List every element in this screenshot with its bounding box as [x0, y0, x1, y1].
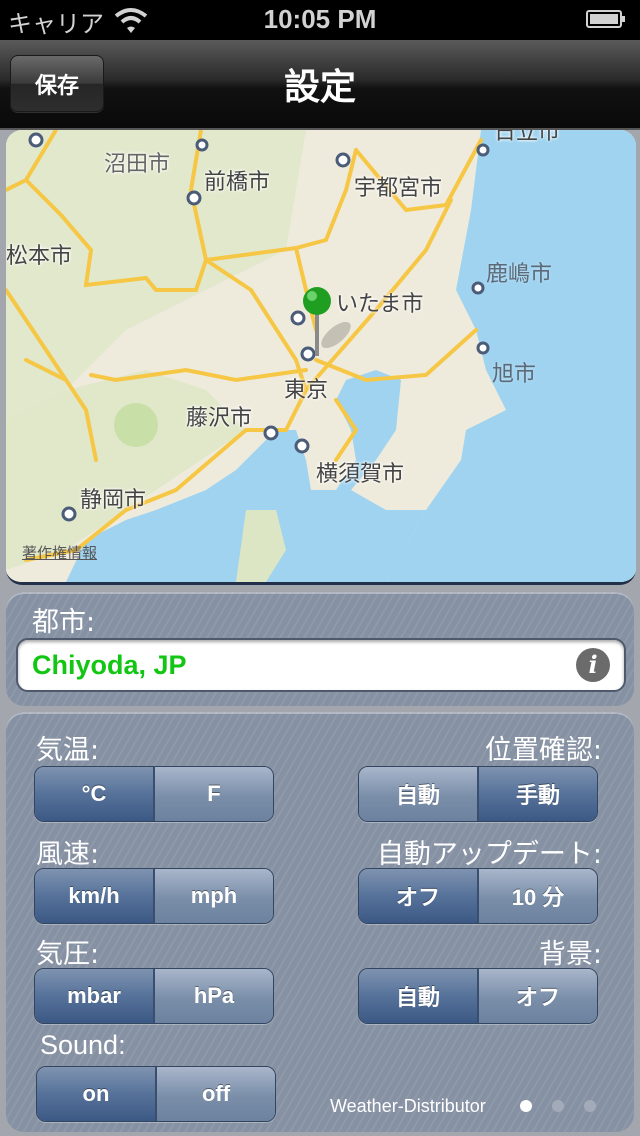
sound-segmented-control[interactable]: on off: [36, 1066, 276, 1122]
map-label: 鹿嶋市: [486, 262, 553, 287]
background-segmented-control[interactable]: 自動 オフ: [358, 968, 598, 1024]
background-option-off[interactable]: オフ: [477, 969, 597, 1023]
auto-update-option-10min[interactable]: 10 分: [477, 869, 597, 923]
auto-update-option-off[interactable]: オフ: [359, 869, 477, 923]
map-label: いたま市: [336, 292, 424, 317]
pressure-option-mbar[interactable]: mbar: [35, 969, 153, 1023]
temperature-option-celsius[interactable]: °C: [35, 767, 153, 821]
map-label: 藤沢市: [186, 406, 253, 431]
pressure-label: 気圧:: [36, 939, 100, 970]
city-field[interactable]: Chiyoda, JP i: [16, 638, 626, 692]
wind-segmented-control[interactable]: km/h mph: [34, 868, 274, 924]
map-label: 沼田市: [104, 152, 171, 177]
map-label: 東京: [284, 378, 329, 403]
map-label: 前橋市: [204, 170, 271, 195]
wind-option-kmh[interactable]: km/h: [35, 869, 153, 923]
map-label: 静岡市: [80, 488, 147, 513]
page-dot[interactable]: [520, 1100, 532, 1112]
city-value: Chiyoda, JP: [32, 650, 187, 680]
wind-option-mph[interactable]: mph: [153, 869, 273, 923]
app-name-footer: Weather-Distributor: [330, 1096, 486, 1116]
background-label: 背景:: [538, 939, 602, 970]
location-option-auto[interactable]: 自動: [359, 767, 477, 821]
sound-label: Sound:: [40, 1030, 126, 1060]
page-dot[interactable]: [584, 1100, 596, 1112]
map-label: 横須賀市: [316, 462, 405, 487]
city-label: 都市:: [32, 607, 96, 638]
sound-option-off[interactable]: off: [155, 1067, 275, 1121]
location-label: 位置確認:: [484, 735, 602, 766]
temperature-segmented-control[interactable]: °C F: [34, 766, 274, 822]
background-option-auto[interactable]: 自動: [359, 969, 477, 1023]
location-segmented-control[interactable]: 自動 手動: [358, 766, 598, 822]
info-icon[interactable]: i: [576, 648, 610, 682]
location-option-manual[interactable]: 手動: [477, 767, 597, 821]
page-title: 設定: [283, 67, 356, 108]
battery-icon: [586, 10, 625, 28]
sound-option-on[interactable]: on: [37, 1067, 155, 1121]
clock: 10:05 PM: [263, 4, 377, 34]
location-map[interactable]: 沼田市 前橋市 宇都宮市 日立市 松本市 鹿嶋市 いたま市 旭市 東京 藤沢市 …: [6, 130, 636, 585]
map-attribution-link[interactable]: 著作権情報: [22, 542, 97, 563]
settings-panel: 気温: °C F 風速: km/h mph 気圧: mbar hPa Sound…: [6, 712, 634, 1132]
page-control[interactable]: [520, 1100, 596, 1112]
page-dot[interactable]: [552, 1100, 564, 1112]
navigation-bar: 保存 設定: [0, 40, 640, 130]
temperature-option-fahrenheit[interactable]: F: [153, 767, 273, 821]
pressure-option-hpa[interactable]: hPa: [153, 969, 273, 1023]
pressure-segmented-control[interactable]: mbar hPa: [34, 968, 274, 1024]
status-bar: キャリア 10:05 PM: [0, 0, 640, 40]
map-label: 宇都宮市: [354, 176, 443, 201]
map-terrain: [114, 403, 158, 447]
auto-update-segmented-control[interactable]: オフ 10 分: [358, 868, 598, 924]
map-canvas: [6, 130, 636, 582]
wind-label: 風速:: [36, 839, 100, 870]
temperature-label: 気温:: [36, 735, 100, 766]
map-label: 松本市: [6, 244, 73, 269]
map-island: [254, 551, 270, 575]
map-label: 日立市: [494, 130, 561, 145]
map-label: 旭市: [492, 362, 537, 387]
city-panel: 都市: Chiyoda, JP i: [6, 592, 634, 706]
auto-update-label: 自動アップデート:: [376, 839, 602, 870]
